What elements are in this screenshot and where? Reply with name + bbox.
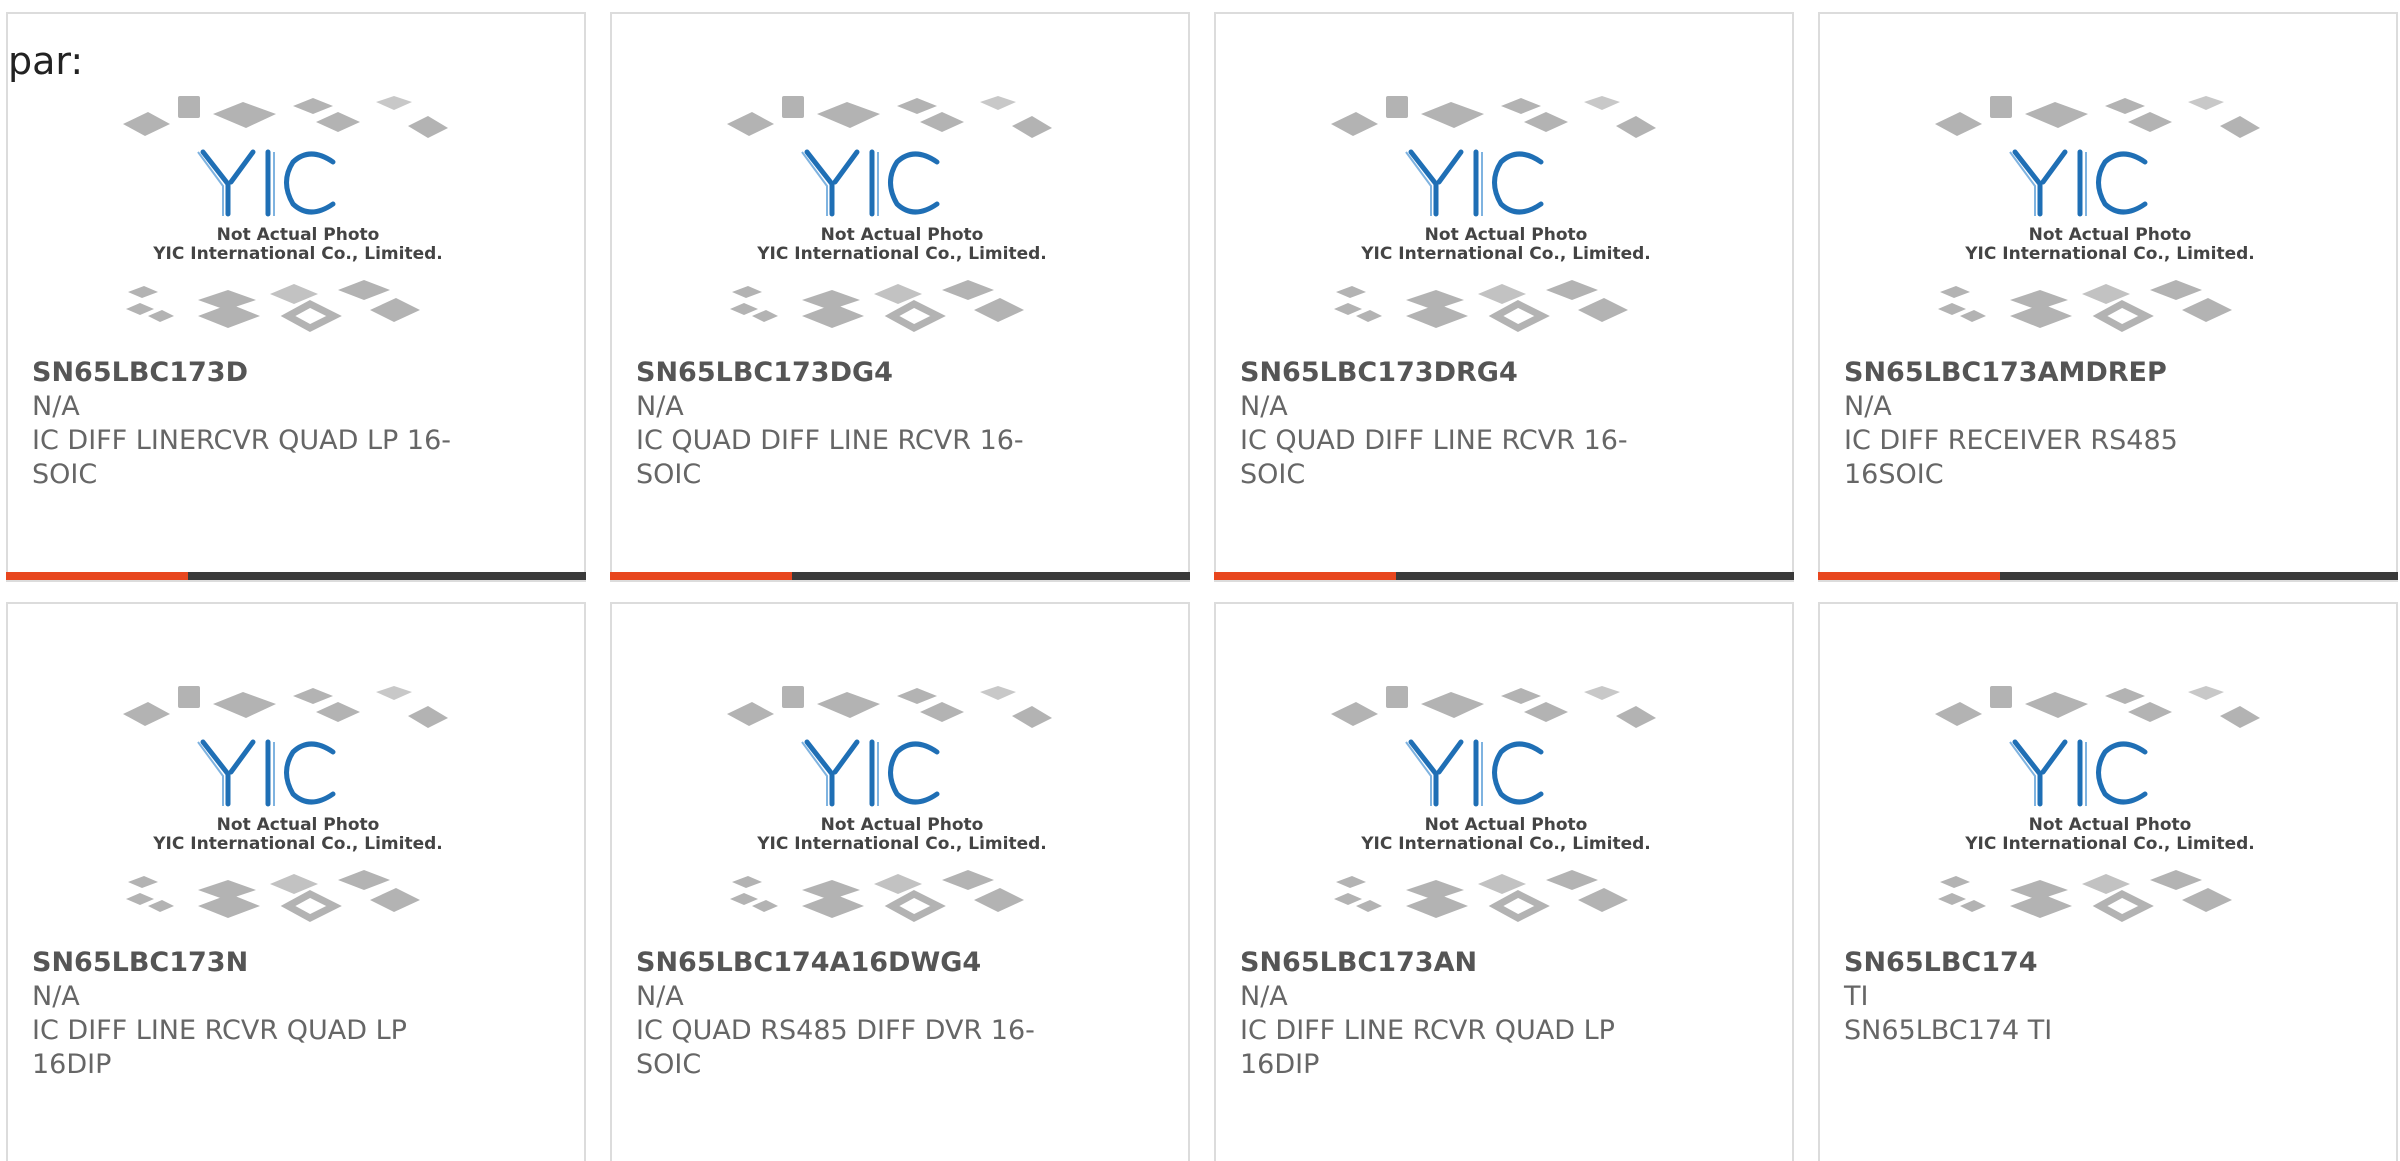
product-card[interactable]: Not Actual Photo YIC International Co., … <box>610 12 1190 582</box>
product-image-placeholder[interactable]: Not Actual Photo YIC International Co., … <box>1256 644 1756 954</box>
product-info: SN65LBC173AN N/A IC DIFF LINE RCVR QUAD … <box>1240 946 1660 1082</box>
product-info: SN65LBC173DRG4 N/A IC QUAD DIFF LINE RCV… <box>1240 356 1660 492</box>
product-info: SN65LBC173N N/A IC DIFF LINE RCVR QUAD L… <box>32 946 452 1082</box>
product-image-placeholder[interactable]: Not Actual Photo YIC International Co., … <box>1256 54 1756 364</box>
part-number[interactable]: SN65LBC173AMDREP <box>1844 356 2264 390</box>
image-caption-line2: YIC International Co., Limited. <box>1964 244 2255 264</box>
manufacturer: N/A <box>1844 391 1892 422</box>
not-actual-photo-image: Not Actual Photo YIC International Co., … <box>1331 686 1656 922</box>
product-image-placeholder[interactable]: Not Actual Photo YIC International Co., … <box>1860 644 2360 954</box>
card-accent-bar <box>6 572 188 580</box>
image-caption-line1: Not Actual Photo <box>1425 225 1588 245</box>
image-caption-line2: YIC International Co., Limited. <box>152 834 443 854</box>
card-accent-bar <box>610 572 792 580</box>
product-image-placeholder[interactable]: Not Actual Photo YIC International Co., … <box>652 644 1152 954</box>
not-actual-photo-image: Not Actual Photo YIC International Co., … <box>123 96 448 332</box>
section-label: par: <box>8 39 84 83</box>
image-caption-line2: YIC International Co., Limited. <box>1360 244 1651 264</box>
product-card[interactable]: Not Actual Photo YIC International Co., … <box>1214 12 1794 582</box>
not-actual-photo-image: Not Actual Photo YIC International Co., … <box>727 686 1052 922</box>
not-actual-photo-image: Not Actual Photo YIC International Co., … <box>1935 96 2260 332</box>
product-description: IC QUAD DIFF LINE RCVR 16-SOIC <box>1240 425 1628 490</box>
product-card[interactable]: Not Actual Photo YIC International Co., … <box>1214 602 1794 1161</box>
image-caption-line2: YIC International Co., Limited. <box>756 834 1047 854</box>
image-caption-line2: YIC International Co., Limited. <box>756 244 1047 264</box>
product-image-placeholder[interactable]: Not Actual Photo YIC International Co., … <box>48 644 548 954</box>
image-caption-line2: YIC International Co., Limited. <box>1964 834 2255 854</box>
image-caption-line1: Not Actual Photo <box>1425 815 1588 835</box>
manufacturer: N/A <box>32 391 80 422</box>
manufacturer: N/A <box>636 981 684 1012</box>
manufacturer: N/A <box>1240 981 1288 1012</box>
product-info: SN65LBC173D N/A IC DIFF LINERCVR QUAD LP… <box>32 356 452 492</box>
card-bottom-bar <box>610 572 1190 580</box>
part-number[interactable]: SN65LBC173DRG4 <box>1240 356 1660 390</box>
not-actual-photo-image: Not Actual Photo YIC International Co., … <box>1331 96 1656 332</box>
image-caption-line1: Not Actual Photo <box>2029 815 2192 835</box>
part-number[interactable]: SN65LBC173AN <box>1240 946 1660 980</box>
product-card[interactable]: Not Actual Photo YIC International Co., … <box>6 602 586 1161</box>
part-number[interactable]: SN65LBC173DG4 <box>636 356 1056 390</box>
not-actual-photo-image: Not Actual Photo YIC International Co., … <box>123 686 448 922</box>
card-bottom-bar <box>1818 572 2398 580</box>
card-accent-bar <box>1818 572 2000 580</box>
product-card[interactable]: Not Actual Photo YIC International Co., … <box>6 12 586 582</box>
image-caption-line1: Not Actual Photo <box>821 815 984 835</box>
product-card[interactable]: Not Actual Photo YIC International Co., … <box>610 602 1190 1161</box>
image-caption-line1: Not Actual Photo <box>217 815 380 835</box>
image-caption-line1: Not Actual Photo <box>217 225 380 245</box>
card-bottom-bar <box>1214 572 1794 580</box>
part-number[interactable]: SN65LBC173N <box>32 946 452 980</box>
product-grid-page: par: Not Actual Photo YIC International … <box>0 0 2400 1161</box>
manufacturer: TI <box>1844 981 1869 1012</box>
product-info: SN65LBC174A16DWG4 N/A IC QUAD RS485 DIFF… <box>636 946 1056 1082</box>
manufacturer: N/A <box>636 391 684 422</box>
product-card[interactable]: Not Actual Photo YIC International Co., … <box>1818 12 2398 582</box>
product-description: IC QUAD RS485 DIFF DVR 16-SOIC <box>636 1015 1035 1080</box>
card-bottom-bar <box>6 572 586 580</box>
product-image-placeholder[interactable]: Not Actual Photo YIC International Co., … <box>48 54 548 364</box>
product-image-placeholder[interactable]: Not Actual Photo YIC International Co., … <box>1860 54 2360 364</box>
product-card[interactable]: Not Actual Photo YIC International Co., … <box>1818 602 2398 1161</box>
part-number[interactable]: SN65LBC174 <box>1844 946 2264 980</box>
card-accent-bar <box>1214 572 1396 580</box>
product-info: SN65LBC173DG4 N/A IC QUAD DIFF LINE RCVR… <box>636 356 1056 492</box>
part-number[interactable]: SN65LBC173D <box>32 356 452 390</box>
manufacturer: N/A <box>1240 391 1288 422</box>
part-number[interactable]: SN65LBC174A16DWG4 <box>636 946 1056 980</box>
image-caption-line2: YIC International Co., Limited. <box>1360 834 1651 854</box>
product-image-placeholder[interactable]: Not Actual Photo YIC International Co., … <box>652 54 1152 364</box>
manufacturer: N/A <box>32 981 80 1012</box>
image-caption-line1: Not Actual Photo <box>821 225 984 245</box>
not-actual-photo-image: Not Actual Photo YIC International Co., … <box>727 96 1052 332</box>
product-info: SN65LBC173AMDREP N/A IC DIFF RECEIVER RS… <box>1844 356 2264 492</box>
product-info: SN65LBC174 TI SN65LBC174 TI <box>1844 946 2264 1048</box>
product-description: IC DIFF LINERCVR QUAD LP 16-SOIC <box>32 425 452 490</box>
product-description: IC QUAD DIFF LINE RCVR 16-SOIC <box>636 425 1024 490</box>
image-caption-line1: Not Actual Photo <box>2029 225 2192 245</box>
product-description: IC DIFF LINE RCVR QUAD LP 16DIP <box>32 1015 407 1080</box>
not-actual-photo-image: Not Actual Photo YIC International Co., … <box>1935 686 2260 922</box>
product-description: SN65LBC174 TI <box>1844 1015 2053 1046</box>
image-caption-line2: YIC International Co., Limited. <box>152 244 443 264</box>
product-description: IC DIFF RECEIVER RS485 16SOIC <box>1844 425 2178 490</box>
product-description: IC DIFF LINE RCVR QUAD LP 16DIP <box>1240 1015 1615 1080</box>
